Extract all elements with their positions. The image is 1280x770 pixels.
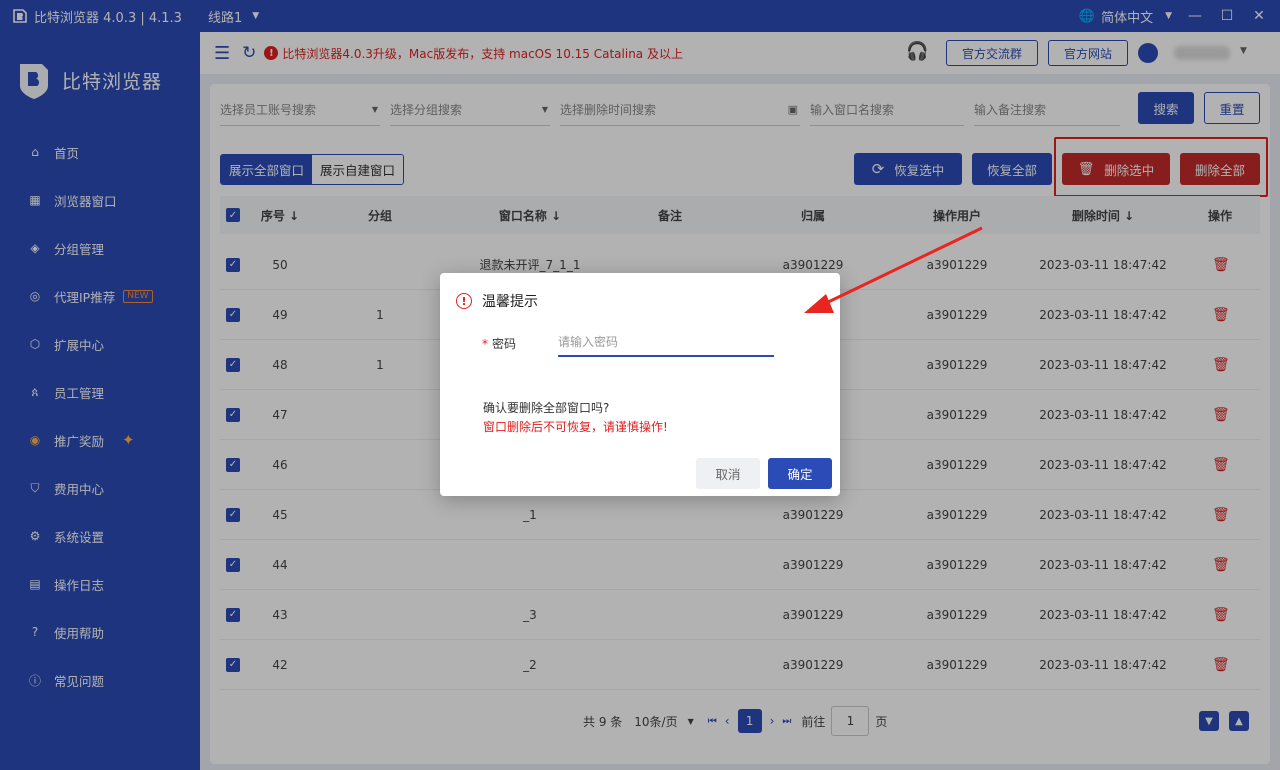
password-label: * 密码 [482,335,516,352]
dialog-title: 温馨提示 [482,294,538,310]
confirm-button[interactable]: 确定 [768,458,832,489]
dialog-header: ! 温馨提示 [456,291,538,311]
warning-message: 窗口删除后不可恢复，请谨慎操作! [483,420,668,434]
confirm-dialog: ! 温馨提示 * 密码 确认要删除全部窗口吗? 窗口删除后不可恢复，请谨慎操作! … [440,273,840,496]
confirm-message: 确认要删除全部窗口吗? [483,401,610,415]
warning-icon: ! [456,293,472,309]
required-mark: * [482,337,488,351]
password-input[interactable] [558,329,774,357]
cancel-button[interactable]: 取消 [696,458,760,489]
password-label-text: 密码 [492,337,517,351]
